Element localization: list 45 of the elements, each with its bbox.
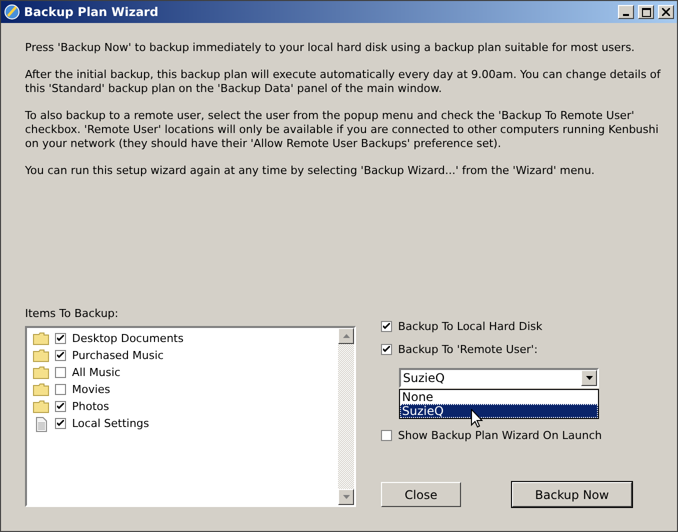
checkbox[interactable] (381, 344, 392, 354)
folder-icon (33, 400, 49, 413)
item-label[interactable]: Movies (72, 383, 110, 396)
minimize-button[interactable] (618, 5, 634, 19)
window-title: Backup Plan Wizard (24, 5, 160, 19)
scroll-down-button[interactable] (338, 489, 354, 505)
scrollbar[interactable] (338, 328, 354, 505)
document-icon (33, 416, 49, 432)
item-label[interactable]: Photos (72, 400, 110, 413)
dialog-button[interactable]: Close (381, 482, 461, 507)
items-label: Items To Backup: (25, 307, 120, 320)
folder-icon (33, 383, 49, 396)
dialog-button[interactable]: Backup Now (512, 482, 632, 507)
menu-option[interactable]: SuzieQ (400, 404, 598, 418)
close-icon (662, 8, 670, 16)
option-label[interactable]: Backup To Local Hard Disk (398, 320, 542, 332)
checkbox[interactable] (55, 384, 66, 395)
item-label[interactable]: Local Settings (72, 417, 150, 430)
instruction-text: Press 'Backup Now' to backup immediately to your local hard disk using a backup plan suitable for most users. (25, 41, 636, 55)
instruction-text: After the initial backup, this backup plan will execute automatically every day at 9.00am. You can change details of this 'Standard' backup plan on the 'Backup Data' panel of the main window. (25, 68, 662, 96)
instruction-text: To also backup to a remote user, select the user from the popup menu and check the 'Backup To Remote User' checkbox. 'Remote User' locations will only be available if you are connected to other computers running Kenbushi on your network (they should have their 'Allow Remote User Backups' preference set). (25, 109, 660, 151)
app-icon (4, 4, 20, 20)
checkbox[interactable] (381, 430, 392, 440)
checkbox[interactable] (55, 333, 66, 344)
option-label[interactable]: Backup To 'Remote User': (398, 342, 538, 356)
folder-icon (33, 332, 49, 345)
checkbox[interactable] (55, 401, 66, 412)
folder-icon (33, 349, 49, 362)
down-arrow-icon (342, 495, 350, 499)
checkbox[interactable] (55, 350, 66, 361)
instruction-text: You can run this setup wizard again at any time by selecting 'Backup Wizard...' from the 'Wizard' menu. (25, 164, 596, 178)
item-label[interactable]: Desktop Documents (72, 332, 184, 345)
user-dropdown[interactable]: SuzieQ (399, 368, 599, 388)
up-arrow-icon (342, 334, 350, 338)
checkbox[interactable] (55, 418, 66, 429)
scroll-up-button[interactable] (338, 328, 354, 344)
option-label[interactable]: Show Backup Plan Wizard On Launch (398, 428, 602, 442)
maximize-icon (642, 8, 650, 16)
checkbox[interactable] (55, 367, 66, 378)
checkbox[interactable] (381, 320, 392, 332)
close-button[interactable] (658, 5, 674, 19)
item-label[interactable]: All Music (72, 366, 120, 379)
folder-icon (33, 366, 49, 379)
maximize-button[interactable] (638, 5, 654, 19)
item-label[interactable]: Purchased Music (72, 349, 164, 362)
